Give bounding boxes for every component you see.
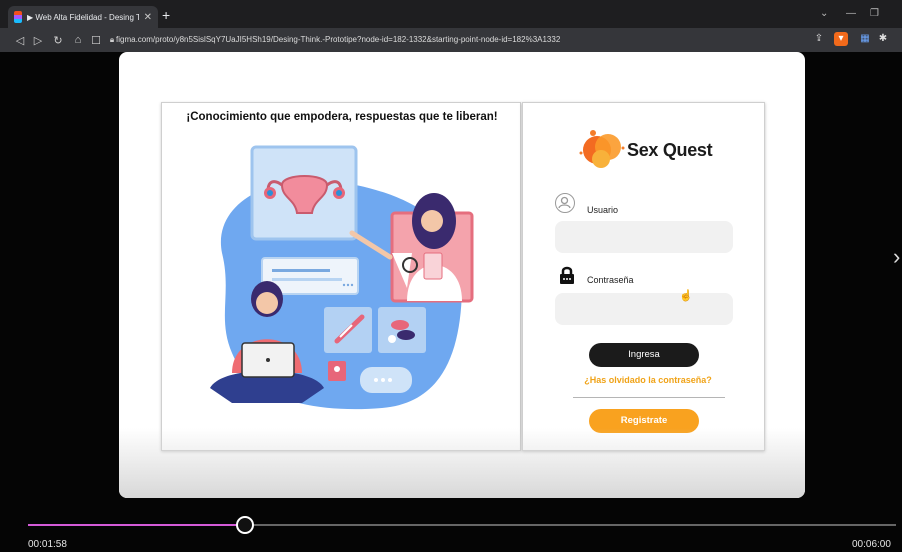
reload-icon[interactable]: ↻ (50, 34, 66, 47)
back-icon[interactable]: ◁ (12, 34, 28, 47)
password-label: Contraseña (587, 275, 634, 285)
browser-address-bar: ◁ ▷ ↻ ⌂ ☐ 🔒︎ figma.com/proto/y8n5SislSqY… (0, 28, 902, 52)
tab-title: ▶ Web Alta Fidelidad - Desing Th (27, 12, 139, 22)
medical-illustration (210, 145, 474, 410)
username-field[interactable] (555, 221, 733, 253)
frame-fade-overlay (119, 428, 805, 498)
url-field[interactable]: figma.com/proto/y8n5SislSqY7UaJI5HSh19/D… (116, 32, 802, 48)
total-time: 00:06:00 (852, 539, 891, 550)
home-icon[interactable]: ⌂ (70, 34, 86, 46)
browser-tab[interactable]: ▶ Web Alta Fidelidad - Desing Th ✕ (8, 6, 158, 28)
chevron-right-icon[interactable]: › (893, 244, 900, 270)
maximize-icon[interactable]: ❐ (870, 8, 879, 19)
hero-card: ¡Conocimiento que empodera, respuestas q… (161, 102, 521, 451)
username-label: Usuario (587, 205, 619, 215)
lock-icon (560, 266, 574, 284)
video-progress-fill (28, 524, 245, 526)
translate-icon[interactable]: ▦ (858, 32, 872, 46)
browser-tab-bar: ▶ Web Alta Fidelidad - Desing Th ✕ + ⌄ —… (0, 0, 902, 28)
figma-favicon-icon (14, 11, 22, 23)
login-card: Sex Quest Usuario Contraseña ☝ Ingresa ¿… (522, 102, 765, 451)
forward-icon[interactable]: ▷ (30, 34, 46, 47)
login-button[interactable]: Ingresa (589, 343, 699, 367)
password-field[interactable] (555, 293, 733, 325)
new-tab-icon[interactable]: + (162, 8, 170, 22)
video-scrubber-handle[interactable] (236, 516, 254, 534)
hero-headline: ¡Conocimiento que empodera, respuestas q… (186, 111, 498, 123)
forgot-password-link[interactable]: ¿Has olvidado la contraseña? (573, 375, 723, 385)
prototype-frame: ¡Conocimiento que empodera, respuestas q… (119, 52, 805, 498)
brand-name: Sex Quest (627, 140, 713, 160)
current-time: 00:01:58 (28, 539, 67, 550)
screen: ▶ Web Alta Fidelidad - Desing Th ✕ + ⌄ —… (0, 0, 902, 552)
extensions-icon[interactable]: ✱ (876, 32, 890, 46)
hand-cursor-icon: ☝ (679, 290, 693, 302)
close-tab-icon[interactable]: ✕ (144, 12, 152, 23)
divider (573, 397, 725, 398)
user-circle-icon (555, 193, 575, 213)
minimize-icon[interactable]: — (846, 8, 856, 19)
brave-shield-icon[interactable]: ▾ (834, 32, 848, 46)
bookmark-icon[interactable]: ☐ (88, 34, 104, 47)
tab-search-icon[interactable]: ⌄ (820, 8, 828, 19)
share-icon[interactable]: ⇪ (812, 32, 826, 46)
